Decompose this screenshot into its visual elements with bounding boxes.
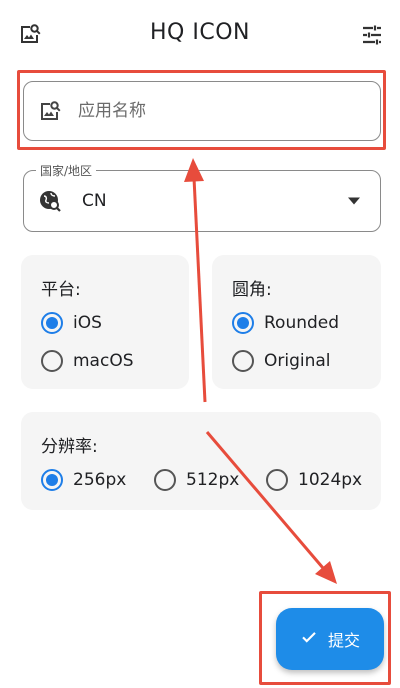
app-title: HQ ICON (150, 20, 250, 45)
radio-button-selected[interactable] (41, 312, 63, 334)
dropdown-arrow-icon[interactable] (348, 197, 360, 205)
radio-label: Rounded (264, 313, 340, 333)
resolution-title: 分辨率: (41, 437, 98, 457)
radio-option-rounded[interactable]: Rounded (232, 312, 339, 334)
submit-button[interactable]: 提交 (276, 608, 384, 670)
platform-title: 平台: (41, 280, 81, 300)
submit-label: 提交 (327, 631, 360, 650)
radio-label: macOS (73, 351, 134, 371)
radio-option-original[interactable]: Original (232, 350, 331, 372)
radio-button[interactable] (154, 469, 176, 491)
radio-option-256px[interactable]: 256px (41, 469, 126, 491)
radio-option-512px[interactable]: 512px (154, 469, 239, 491)
platform-card: 平台: iOS macOS (21, 255, 189, 389)
radio-button[interactable] (41, 350, 63, 372)
corner-card: 圆角: Rounded Original (212, 255, 381, 389)
top-app-bar: HQ ICON (0, 0, 400, 66)
radio-button[interactable] (232, 350, 254, 372)
app-name-input[interactable] (78, 97, 368, 125)
check-icon (300, 628, 318, 650)
radio-option-macos[interactable]: macOS (41, 350, 134, 372)
country-value: CN (82, 191, 107, 211)
app-name-field[interactable] (23, 81, 381, 141)
corner-title: 圆角: (232, 280, 272, 300)
radio-button-selected[interactable] (232, 312, 254, 334)
image-search-icon (38, 99, 62, 123)
radio-button[interactable] (266, 469, 288, 491)
radio-label: iOS (73, 313, 102, 333)
radio-label: 512px (186, 470, 240, 490)
country-field-label: 国家/地区 (36, 162, 97, 179)
radio-label: Original (264, 351, 331, 371)
globe-search-icon (38, 189, 62, 213)
country-select[interactable]: 国家/地区 CN (23, 162, 381, 232)
resolution-card: 分辨率: 256px 512px 1024px (21, 412, 381, 510)
radio-button-selected[interactable] (41, 469, 63, 491)
radio-label: 1024px (298, 470, 363, 490)
radio-option-1024px[interactable]: 1024px (266, 469, 362, 491)
radio-option-ios[interactable]: iOS (41, 312, 102, 334)
tune-settings-icon[interactable] (360, 23, 384, 47)
radio-label: 256px (73, 470, 127, 490)
